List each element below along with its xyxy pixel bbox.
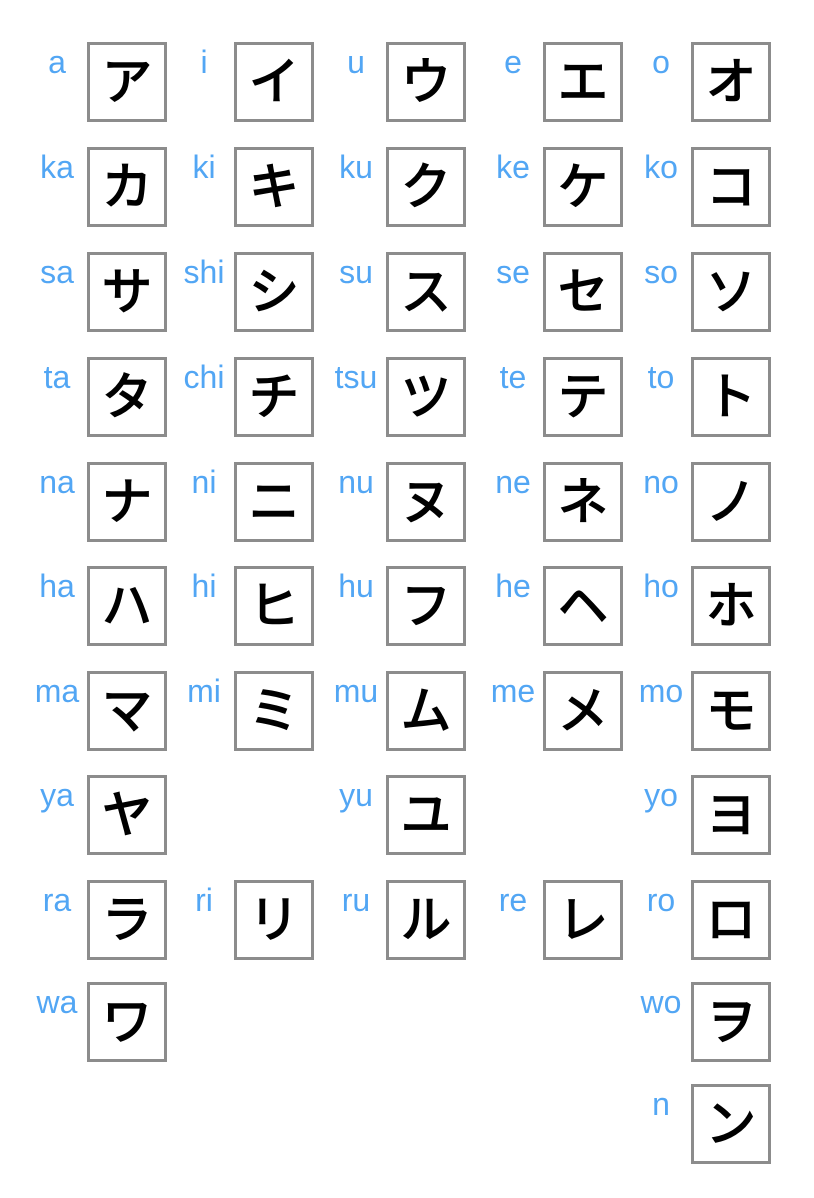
romaji-label: chi	[183, 359, 225, 395]
katakana-box: ア	[87, 42, 167, 122]
katakana-box: エ	[543, 42, 623, 122]
katakana-box: コ	[691, 147, 771, 227]
katakana-box: ホ	[691, 566, 771, 646]
romaji-label: to	[647, 359, 675, 395]
romaji-label: n	[652, 1086, 670, 1122]
romaji-label: ru	[341, 882, 371, 918]
romaji-label: mi	[187, 673, 221, 709]
katakana-box: ロ	[691, 880, 771, 960]
katakana-box: ケ	[543, 147, 623, 227]
romaji-label: sa	[40, 254, 74, 290]
katakana-box: シ	[234, 252, 314, 332]
katakana-box: ヒ	[234, 566, 314, 646]
katakana-box: ム	[386, 671, 466, 751]
romaji-label: so	[644, 254, 678, 290]
romaji-label: mo	[638, 673, 684, 709]
katakana-box: ユ	[386, 775, 466, 855]
romaji-label: o	[652, 44, 670, 80]
romaji-label: u	[347, 44, 365, 80]
katakana-box: モ	[691, 671, 771, 751]
romaji-label: a	[48, 44, 66, 80]
romaji-label: ni	[191, 464, 217, 500]
katakana-box: タ	[87, 357, 167, 437]
katakana-box: カ	[87, 147, 167, 227]
katakana-box: マ	[87, 671, 167, 751]
katakana-box: メ	[543, 671, 623, 751]
romaji-label: ko	[644, 149, 678, 185]
romaji-label: ho	[643, 568, 679, 604]
katakana-box: オ	[691, 42, 771, 122]
romaji-label: tsu	[334, 359, 378, 395]
katakana-box: セ	[543, 252, 623, 332]
katakana-box: ワ	[87, 982, 167, 1062]
romaji-label: ki	[192, 149, 216, 185]
romaji-label: yu	[339, 777, 373, 813]
katakana-box: フ	[386, 566, 466, 646]
katakana-box: ト	[691, 357, 771, 437]
romaji-label: hu	[338, 568, 374, 604]
romaji-label: ha	[39, 568, 75, 604]
katakana-box: ツ	[386, 357, 466, 437]
romaji-label: e	[504, 44, 522, 80]
katakana-box: サ	[87, 252, 167, 332]
romaji-label: ma	[34, 673, 80, 709]
romaji-label: ku	[339, 149, 373, 185]
romaji-label: re	[498, 882, 528, 918]
katakana-box: ソ	[691, 252, 771, 332]
romaji-label: i	[200, 44, 208, 80]
katakana-box: ヲ	[691, 982, 771, 1062]
romaji-label: shi	[183, 254, 225, 290]
romaji-label: su	[339, 254, 373, 290]
katakana-box: テ	[543, 357, 623, 437]
romaji-label: na	[39, 464, 75, 500]
katakana-box: ミ	[234, 671, 314, 751]
romaji-label: me	[490, 673, 536, 709]
katakana-box: リ	[234, 880, 314, 960]
katakana-box: ル	[386, 880, 466, 960]
romaji-label: te	[499, 359, 527, 395]
romaji-label: yo	[644, 777, 678, 813]
katakana-box: キ	[234, 147, 314, 227]
romaji-label: se	[496, 254, 530, 290]
romaji-label: wa	[36, 984, 78, 1020]
romaji-label: wo	[640, 984, 682, 1020]
katakana-box: ノ	[691, 462, 771, 542]
katakana-box: イ	[234, 42, 314, 122]
romaji-label: ra	[42, 882, 72, 918]
romaji-label: ro	[646, 882, 676, 918]
katakana-box: ヤ	[87, 775, 167, 855]
romaji-label: ta	[43, 359, 71, 395]
katakana-box: ヌ	[386, 462, 466, 542]
katakana-box: レ	[543, 880, 623, 960]
katakana-box: ニ	[234, 462, 314, 542]
romaji-label: ri	[195, 882, 213, 918]
katakana-box: ヨ	[691, 775, 771, 855]
romaji-label: hi	[191, 568, 217, 604]
katakana-box: チ	[234, 357, 314, 437]
katakana-box: ヘ	[543, 566, 623, 646]
katakana-box: ス	[386, 252, 466, 332]
katakana-box: ラ	[87, 880, 167, 960]
romaji-label: ne	[495, 464, 531, 500]
romaji-label: he	[495, 568, 531, 604]
katakana-box: ネ	[543, 462, 623, 542]
romaji-label: ya	[40, 777, 74, 813]
katakana-box: ン	[691, 1084, 771, 1164]
romaji-label: mu	[333, 673, 379, 709]
romaji-label: ka	[40, 149, 74, 185]
romaji-label: nu	[338, 464, 374, 500]
katakana-box: ナ	[87, 462, 167, 542]
romaji-label: no	[643, 464, 679, 500]
romaji-label: ke	[496, 149, 530, 185]
katakana-box: ウ	[386, 42, 466, 122]
katakana-box: ク	[386, 147, 466, 227]
katakana-box: ハ	[87, 566, 167, 646]
